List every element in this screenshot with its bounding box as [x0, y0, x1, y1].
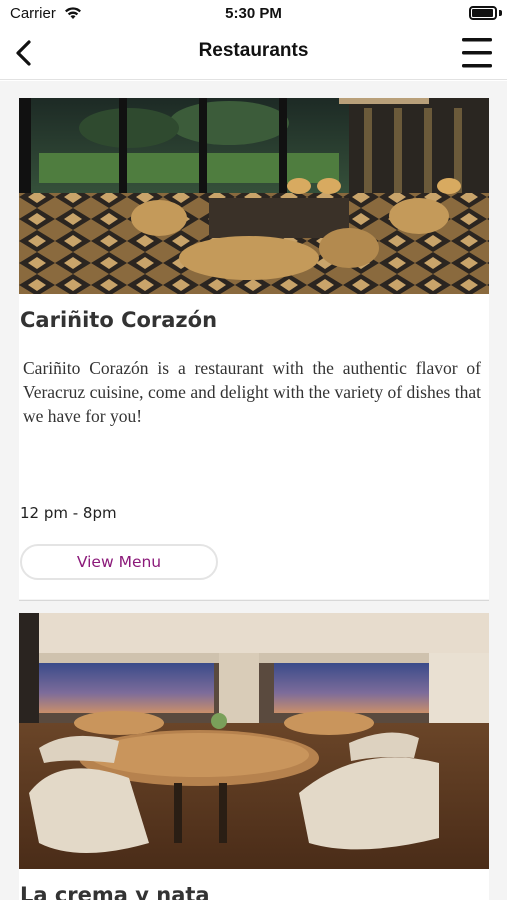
- restaurant-name: La crema y nata: [20, 883, 210, 900]
- restaurant-name: Cariñito Corazón: [20, 308, 218, 332]
- restaurant-photo: [19, 613, 489, 869]
- restaurant-list[interactable]: Cariñito Corazón Cariñito Corazón is a r…: [0, 81, 507, 900]
- restaurant-hours: 12 pm - 8pm: [20, 504, 117, 522]
- status-time: 5:30 PM: [225, 5, 282, 22]
- navigation-bar: Restaurants: [0, 28, 507, 80]
- card-divider: [19, 600, 489, 601]
- restaurant-card: Cariñito Corazón Cariñito Corazón is a r…: [19, 98, 489, 599]
- menu-button[interactable]: [461, 36, 493, 70]
- battery-icon: [469, 6, 497, 20]
- view-menu-button[interactable]: View Menu: [20, 544, 218, 580]
- battery-tip: [499, 10, 502, 16]
- restaurant-description: Cariñito Corazón is a restaurant with th…: [23, 358, 481, 426]
- page-title: Restaurants: [198, 40, 309, 61]
- restaurant-photo: [19, 98, 489, 294]
- status-bar: Carrier 5:30 PM: [0, 0, 507, 28]
- hamburger-menu-icon: [462, 38, 492, 68]
- restaurant-card: La crema y nata: [19, 613, 489, 900]
